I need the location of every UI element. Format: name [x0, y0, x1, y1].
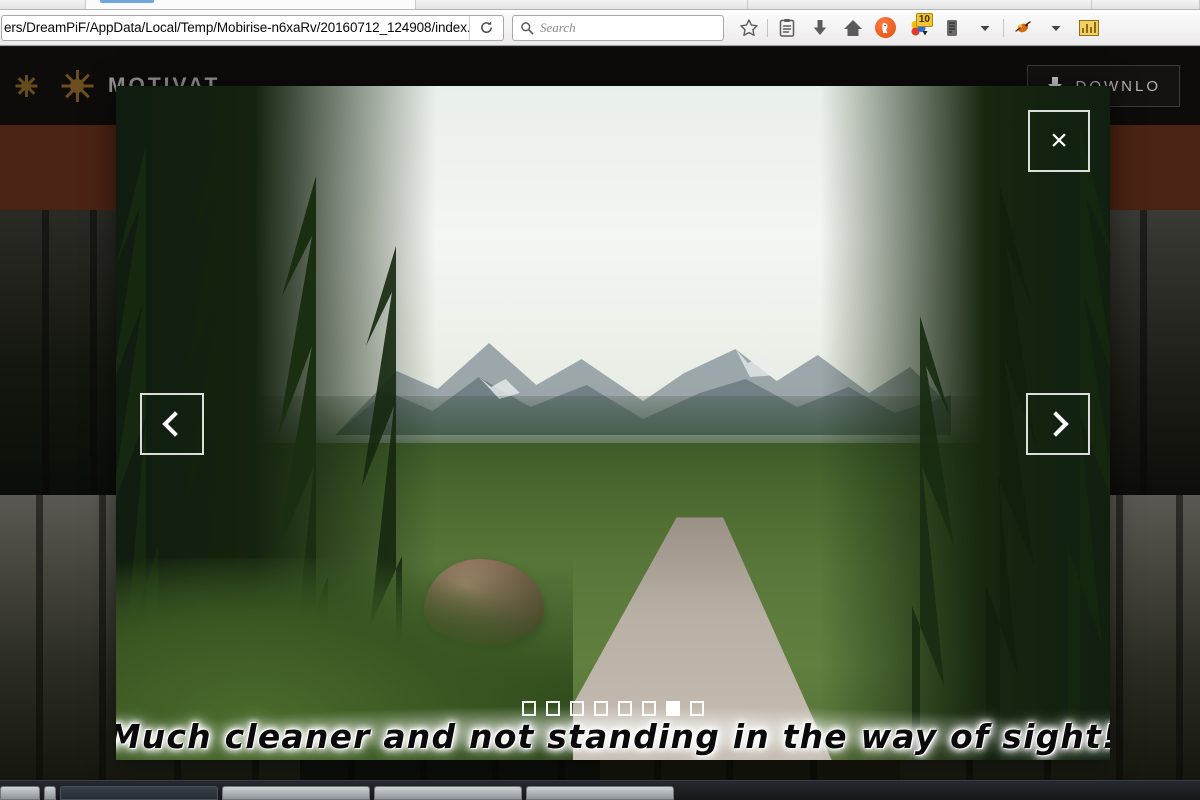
lightbox-indicator[interactable]	[690, 701, 704, 716]
toolbar-divider	[767, 18, 768, 37]
screen: ers/DreamPiF/AppData/Local/Temp/Mobirise…	[0, 0, 1200, 800]
duckduckgo-icon[interactable]	[869, 13, 902, 43]
taskbar-item-1[interactable]	[0, 786, 40, 800]
bug-icon[interactable]	[1006, 13, 1039, 43]
browser-tab-strip	[0, 0, 1200, 10]
photo-foreground-shrubs	[116, 557, 574, 760]
lightbox-indicator[interactable]	[618, 701, 632, 716]
sun-icon[interactable]	[61, 70, 93, 102]
lightbox-indicator[interactable]	[546, 701, 560, 716]
reader-list-icon[interactable]	[770, 13, 803, 43]
lightbox-next-button[interactable]	[1026, 393, 1090, 455]
lightbox-indicator[interactable]	[594, 701, 608, 716]
search-icon	[520, 21, 534, 35]
duckduckgo-glyph	[875, 17, 896, 38]
chevron-left-icon	[161, 411, 188, 437]
dropdown-caret-icon[interactable]	[968, 13, 1001, 43]
browser-tab[interactable]	[416, 0, 748, 9]
search-placeholder: Search	[540, 19, 576, 35]
taskbar-item-5[interactable]	[374, 786, 522, 800]
browser-toolbar-icons: 10	[732, 12, 1105, 43]
lightbox-close-button[interactable]: ×	[1028, 110, 1090, 172]
chart-icon[interactable]	[1072, 13, 1105, 43]
dropdown-caret-icon-2[interactable]	[1039, 13, 1072, 43]
lightbox-indicator[interactable]	[522, 701, 536, 716]
chevron-right-icon	[1042, 411, 1069, 437]
extension-badge-icon[interactable]: 10	[902, 12, 935, 43]
taskbar-item-6[interactable]	[526, 786, 674, 800]
close-icon: ×	[1050, 124, 1068, 157]
taskbar-item-4[interactable]	[222, 786, 370, 800]
address-bar-text: ers/DreamPiF/AppData/Local/Temp/Mobirise…	[4, 20, 469, 35]
bookmark-star-icon[interactable]	[732, 13, 765, 43]
lightbox-prev-button[interactable]	[140, 393, 204, 455]
browser-tab-active[interactable]	[86, 0, 416, 9]
downloads-icon[interactable]	[803, 13, 836, 43]
toolbar-divider	[1003, 18, 1004, 37]
server-icon[interactable]	[935, 13, 968, 43]
lightbox-indicator[interactable]	[570, 701, 584, 716]
search-input[interactable]: Search	[512, 14, 724, 41]
browser-tab[interactable]	[748, 0, 1092, 9]
home-icon[interactable]	[836, 13, 869, 43]
taskbar-item-2[interactable]	[44, 786, 56, 800]
lightbox-indicator[interactable]	[642, 701, 656, 716]
taskbar	[0, 780, 1200, 800]
reload-icon[interactable]	[469, 15, 503, 40]
taskbar-item-3[interactable]	[60, 786, 218, 800]
chart-glyph	[1078, 19, 1099, 36]
lightbox: × Much cleaner and not standing in the w…	[116, 86, 1110, 760]
sun-icon-secondary	[15, 75, 37, 97]
browser-toolbar: ers/DreamPiF/AppData/Local/Temp/Mobirise…	[0, 10, 1200, 46]
browser-tab[interactable]	[0, 0, 86, 9]
lightbox-indicators	[116, 701, 1110, 716]
lightbox-image	[116, 86, 1110, 760]
browser-tab[interactable]	[1092, 0, 1200, 9]
extension-badge-count: 10	[915, 12, 933, 27]
address-bar[interactable]: ers/DreamPiF/AppData/Local/Temp/Mobirise…	[1, 14, 504, 41]
lightbox-indicator-active[interactable]	[666, 701, 680, 716]
